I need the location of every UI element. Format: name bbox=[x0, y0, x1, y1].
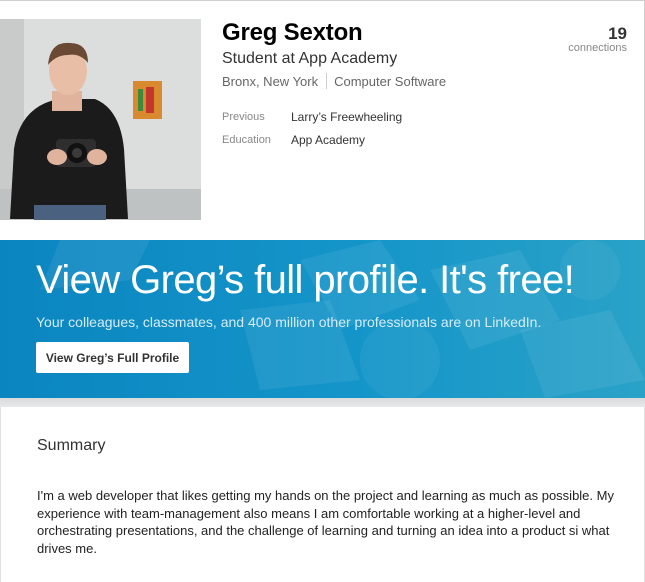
detail-label: Previous bbox=[222, 110, 265, 123]
profile-name: Greg Sexton bbox=[222, 19, 363, 46]
detail-row-education: Education App Academy bbox=[222, 128, 402, 151]
profile-photo bbox=[0, 19, 201, 220]
view-full-profile-button[interactable]: View Greg’s Full Profile bbox=[36, 342, 189, 373]
detail-value: Larry’s Freewheeling bbox=[291, 109, 403, 124]
detail-label: Education bbox=[222, 133, 271, 146]
detail-row-previous: Previous Larry’s Freewheeling bbox=[222, 105, 402, 128]
banner-subtitle: Your colleagues, classmates, and 400 mil… bbox=[36, 314, 542, 330]
profile-location: Bronx, New York bbox=[222, 73, 319, 89]
profile-meta: Bronx, New York Computer Software bbox=[222, 73, 446, 89]
summary-title: Summary bbox=[37, 437, 106, 454]
connections-count: 19 bbox=[608, 24, 627, 43]
connections-label: connections bbox=[568, 42, 627, 54]
meta-separator bbox=[326, 73, 328, 89]
profile-headline: Student at App Academy bbox=[222, 50, 398, 67]
profile-industry: Computer Software bbox=[334, 73, 447, 89]
connections-badge: 19 connections bbox=[568, 25, 627, 55]
profile-top-card: Greg Sexton Student at App Academy Bronx… bbox=[0, 0, 645, 240]
profile-photo-illustration bbox=[0, 19, 201, 220]
section-divider bbox=[0, 398, 645, 407]
profile-details: Previous Larry’s Freewheeling Education … bbox=[222, 105, 402, 151]
summary-section: Summary I'm a web developer that likes g… bbox=[0, 407, 645, 582]
banner-title: View Greg’s full profile. It's free! bbox=[36, 258, 575, 302]
signup-banner: View Greg’s full profile. It's free! You… bbox=[0, 240, 645, 398]
detail-value: App Academy bbox=[291, 132, 366, 147]
summary-body: I'm a web developer that likes getting m… bbox=[37, 488, 614, 556]
